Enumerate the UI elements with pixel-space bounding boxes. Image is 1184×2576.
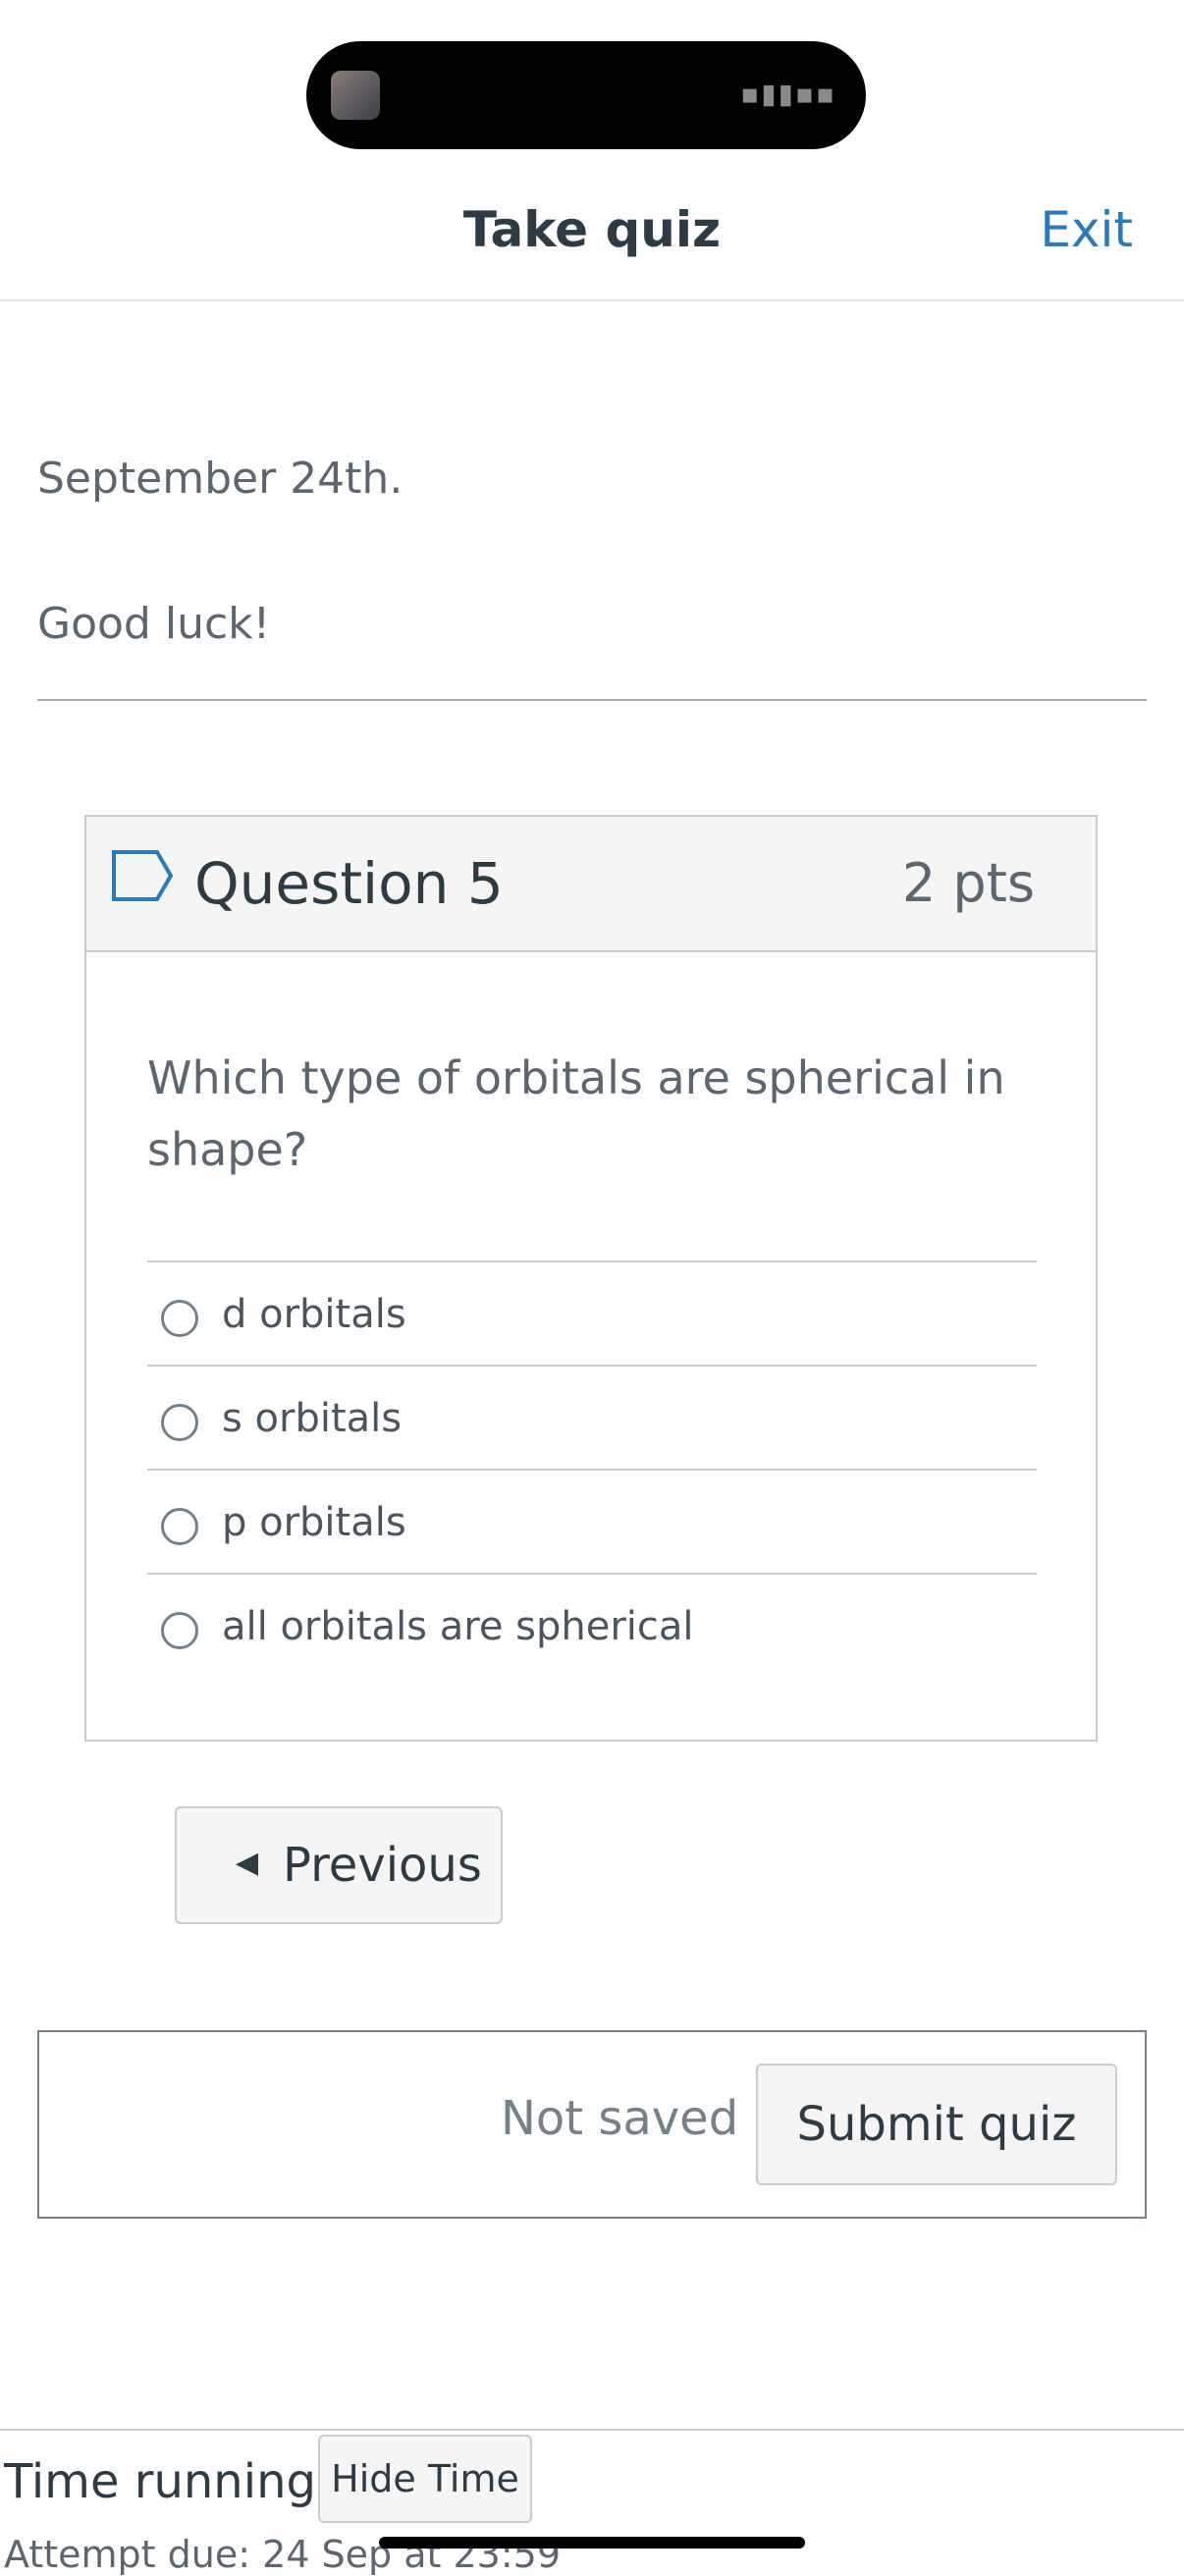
audio-waveform-icon: ▪▮▮▪▪ [740, 78, 836, 110]
quiz-header: Take quiz Exit [0, 172, 1184, 301]
exit-link[interactable]: Exit [1040, 201, 1133, 258]
intro-text-date: September 24th. [37, 454, 404, 504]
time-running-label: Time running: [4, 2454, 333, 2509]
submit-quiz-button[interactable]: Submit quiz [756, 2064, 1117, 2185]
answer-option[interactable]: p orbitals [147, 1469, 1037, 1573]
question-title: Question 5 [194, 850, 504, 917]
answer-label: s orbitals [222, 1396, 403, 1441]
radio-button[interactable] [161, 1404, 198, 1441]
answer-label: p orbitals [222, 1500, 406, 1545]
home-indicator[interactable] [379, 2537, 805, 2549]
answer-option[interactable]: d orbitals [147, 1261, 1037, 1365]
save-status: Not saved [501, 2091, 739, 2146]
intro-divider [37, 699, 1147, 701]
timer-bar: Time running: Hide Time Attempt due: 24 … [0, 2429, 1184, 2576]
question-card: Question 5 2 pts Which type of orbitals … [84, 815, 1098, 1742]
page-title: Take quiz [462, 201, 722, 258]
answer-option[interactable]: s orbitals [147, 1365, 1037, 1469]
answer-option[interactable]: all orbitals are spherical [147, 1573, 1037, 1677]
answer-label: all orbitals are spherical [222, 1604, 694, 1649]
radio-button[interactable] [161, 1612, 198, 1649]
caret-left-icon: ◀ [236, 1846, 259, 1880]
question-points: 2 pts [901, 852, 1035, 914]
previous-button-label: Previous [283, 1838, 482, 1893]
now-playing-artwork [331, 71, 380, 120]
dynamic-island: ▪▮▮▪▪ [306, 41, 866, 149]
previous-button[interactable]: ◀ Previous [175, 1806, 503, 1924]
radio-button[interactable] [161, 1508, 198, 1545]
question-text: Which type of orbitals are spherical in … [147, 1051, 1005, 1176]
submit-panel: Not saved Submit quiz [37, 2030, 1147, 2219]
answer-list: d orbitals s orbitals p orbitals all orb… [147, 1261, 1037, 1677]
answer-label: d orbitals [222, 1292, 406, 1337]
radio-button[interactable] [161, 1300, 198, 1337]
question-header: Question 5 2 pts [86, 817, 1096, 952]
intro-text-good-luck: Good luck! [37, 599, 271, 649]
flag-question-icon[interactable] [110, 848, 175, 903]
hide-time-button[interactable]: Hide Time [318, 2435, 532, 2523]
